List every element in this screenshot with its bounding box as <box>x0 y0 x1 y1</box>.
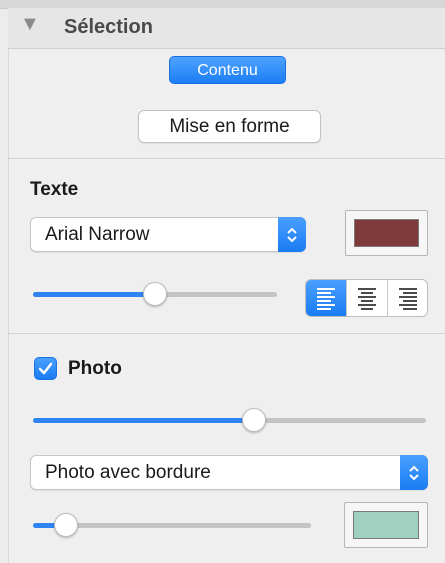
section-title: Sélection <box>64 16 153 38</box>
text-size-slider[interactable] <box>33 282 277 306</box>
align-center-icon[interactable] <box>347 280 387 316</box>
font-popup[interactable]: Arial Narrow <box>30 217 306 252</box>
photo-slider[interactable] <box>33 408 426 432</box>
alignment-segmented-control[interactable] <box>305 279 428 317</box>
divider <box>8 333 445 334</box>
photo-checkbox[interactable] <box>34 357 57 380</box>
photo-slider-fill <box>33 418 255 423</box>
text-color-swatch <box>354 219 419 247</box>
text-color-well[interactable] <box>345 210 428 256</box>
border-slider-knob[interactable] <box>54 513 78 537</box>
format-button[interactable]: Mise en forme <box>138 110 321 143</box>
photo-group-label: Photo <box>68 358 122 379</box>
chevron-up-down-icon <box>278 217 306 252</box>
font-popup-value: Arial Narrow <box>45 224 150 245</box>
border-color-well[interactable] <box>344 502 428 548</box>
photo-slider-knob[interactable] <box>242 408 266 432</box>
tab-contenu[interactable]: Contenu <box>169 56 286 84</box>
chevron-up-down-icon <box>400 455 428 490</box>
align-right-icon[interactable] <box>388 280 427 316</box>
align-left-icon[interactable] <box>306 280 346 316</box>
photo-style-popup[interactable]: Photo avec bordure <box>30 455 428 490</box>
text-size-slider-knob[interactable] <box>143 282 167 306</box>
checkmark-icon <box>38 362 53 375</box>
text-size-slider-fill <box>33 292 155 297</box>
triangle-down-icon[interactable]: ▼ <box>20 14 40 34</box>
border-color-swatch <box>353 511 419 539</box>
photo-style-popup-value: Photo avec bordure <box>45 462 211 483</box>
text-group-label: Texte <box>30 179 79 200</box>
border-slider[interactable] <box>33 513 311 537</box>
divider <box>8 158 445 159</box>
